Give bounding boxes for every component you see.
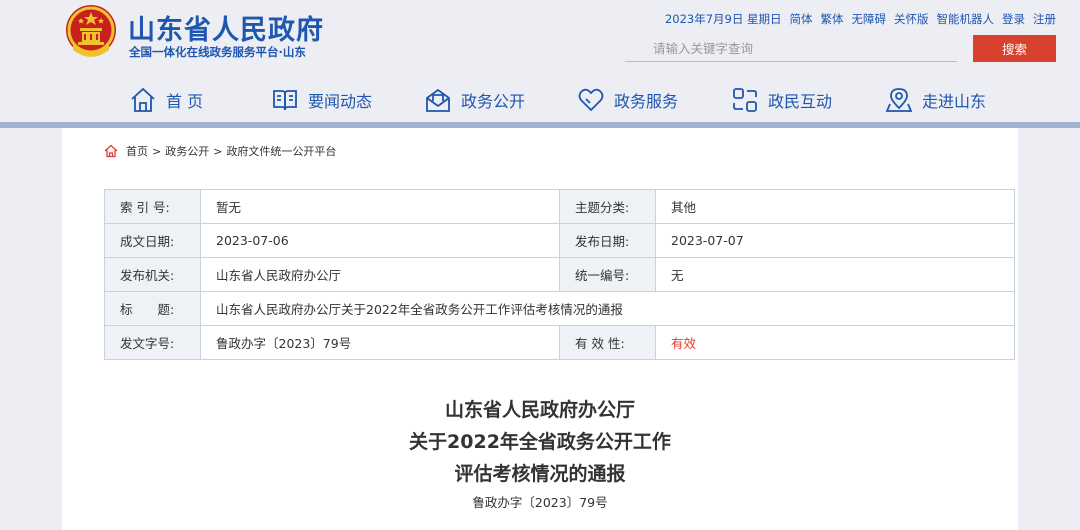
- mailbox-icon: [426, 88, 450, 112]
- publish-date-value: 2023-07-07: [655, 223, 1015, 258]
- nav-label: 政务公开: [461, 92, 526, 111]
- breadcrumb-document-platform[interactable]: 政府文件统一公开平台: [226, 143, 336, 159]
- document-title-line: 山东省人民政府办公厅: [444, 399, 635, 421]
- search-button[interactable]: 搜索: [973, 35, 1056, 62]
- current-date: 2023年7月9日 星期日: [664, 12, 782, 26]
- home-icon: [131, 87, 155, 112]
- document-title-line: 关于2022年全省政务公开工作: [409, 431, 671, 453]
- nav-item-interaction[interactable]: 政民互动: [731, 83, 832, 117]
- document-info-table: 索 引 号: 暂无 主题分类: 其他 成文日期: 2023-07-06 发布日期…: [104, 189, 1015, 360]
- location-icon: [885, 88, 913, 112]
- table-row: 发布机关: 山东省人民政府办公厅 统一编号: 无: [104, 257, 1015, 292]
- document-number: 鲁政办字〔2023〕79号: [472, 495, 608, 510]
- validity-value: 有效: [655, 325, 1015, 360]
- breadcrumb: 首页 > 政务公开 > 政府文件统一公开平台: [104, 143, 336, 159]
- unified-number-label: 统一编号:: [559, 257, 656, 292]
- content-card: 首页 > 政务公开 > 政府文件统一公开平台 索 引 号: 暂无 主题分类: 其…: [62, 128, 1018, 530]
- unified-number-value: 无: [655, 257, 1015, 292]
- national-emblem-icon[interactable]: [64, 4, 118, 60]
- traditional-chinese-link[interactable]: 繁体: [821, 11, 844, 27]
- login-link[interactable]: 登录: [1002, 11, 1025, 27]
- home-icon[interactable]: [104, 144, 118, 158]
- breadcrumb-separator: >: [213, 144, 223, 158]
- index-number-value: 暂无: [200, 189, 560, 224]
- heart-icon: [578, 88, 604, 112]
- accessibility-link[interactable]: 无障碍: [852, 11, 887, 27]
- nav-label: 要闻动态: [308, 92, 373, 111]
- validity-label: 有 效 性:: [559, 325, 656, 360]
- register-link[interactable]: 注册: [1033, 11, 1056, 27]
- written-date-label: 成文日期:: [104, 223, 201, 258]
- document-title: 山东省人民政府办公厅 关于2022年全省政务公开工作 评估考核情况的通报: [62, 394, 1018, 490]
- simplified-chinese-link[interactable]: 简体: [790, 11, 813, 27]
- site-subtitle: 全国一体化在线政务服务平台·山东: [129, 45, 306, 59]
- table-row: 标 题: 山东省人民政府办公厅关于2022年全省政务公开工作评估考核情况的通报: [104, 291, 1015, 326]
- nav-item-services[interactable]: 政务服务: [577, 83, 678, 117]
- main-nav: 首 页 要闻动态 政务公开 政务服务 政民互动 走进山东: [0, 78, 1080, 122]
- top-links-bar: 2023年7月9日 星期日 简体 繁体 无障碍 关怀版 智能机器人 登录 注册: [665, 11, 1056, 27]
- breadcrumb-separator: >: [152, 144, 162, 158]
- search-input[interactable]: [625, 36, 957, 62]
- book-icon: [273, 90, 297, 111]
- table-row: 发文字号: 鲁政办字〔2023〕79号 有 效 性: 有效: [104, 325, 1015, 360]
- table-row: 索 引 号: 暂无 主题分类: 其他: [104, 189, 1015, 224]
- nav-item-government-affairs[interactable]: 政务公开: [424, 83, 525, 117]
- title-label: 标 题:: [104, 291, 201, 326]
- index-number-label: 索 引 号:: [104, 189, 201, 224]
- smart-robot-link[interactable]: 智能机器人: [937, 11, 995, 27]
- nav-label: 政民互动: [768, 92, 833, 111]
- nav-item-home[interactable]: 首 页: [129, 83, 203, 117]
- issuing-agency-value: 山东省人民政府办公厅: [200, 257, 560, 292]
- nav-item-about-shandong[interactable]: 走进山东: [885, 83, 986, 117]
- document-number-value: 鲁政办字〔2023〕79号: [200, 325, 560, 360]
- document-title-line: 评估考核情况的通报: [454, 463, 626, 485]
- publish-date-label: 发布日期:: [559, 223, 656, 258]
- topic-category-label: 主题分类:: [559, 189, 656, 224]
- nav-item-news[interactable]: 要闻动态: [271, 83, 372, 117]
- care-mode-link[interactable]: 关怀版: [894, 11, 929, 27]
- breadcrumb-government-affairs[interactable]: 政务公开: [165, 143, 209, 159]
- table-row: 成文日期: 2023-07-06 发布日期: 2023-07-07: [104, 223, 1015, 258]
- document-number-label: 发文字号:: [104, 325, 201, 360]
- issuing-agency-label: 发布机关:: [104, 257, 201, 292]
- breadcrumb-home[interactable]: 首页: [126, 143, 148, 159]
- written-date-value: 2023-07-06: [200, 223, 560, 258]
- nav-label: 首 页: [166, 92, 204, 111]
- title-value: 山东省人民政府办公厅关于2022年全省政务公开工作评估考核情况的通报: [200, 291, 1015, 326]
- site-header: 山东省人民政府 全国一体化在线政务服务平台·山东 2023年7月9日 星期日 简…: [0, 0, 1080, 122]
- topic-category-value: 其他: [655, 189, 1015, 224]
- nav-label: 政务服务: [614, 92, 679, 111]
- interaction-icon: [733, 88, 757, 112]
- nav-label: 走进山东: [922, 92, 987, 111]
- site-title[interactable]: 山东省人民政府: [128, 8, 324, 47]
